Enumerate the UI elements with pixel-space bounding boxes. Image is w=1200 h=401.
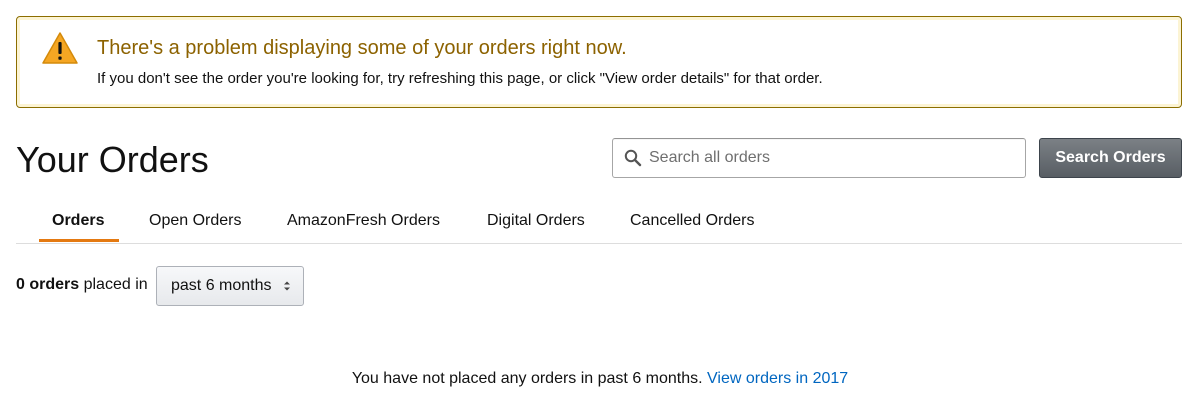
- problem-alert: There's a problem displaying some of you…: [16, 16, 1182, 108]
- tab-cancelled-orders[interactable]: Cancelled Orders: [630, 212, 755, 230]
- warning-icon: [42, 32, 78, 64]
- page-title: Your Orders: [16, 139, 209, 180]
- empty-state-message: You have not placed any orders in past 6…: [351, 370, 703, 387]
- order-count-value: 0 orders: [16, 276, 80, 293]
- alert-title: There's a problem displaying some of you…: [97, 37, 627, 59]
- search-icon: [624, 149, 642, 167]
- orders-page: There's a problem displaying some of you…: [0, 0, 1200, 401]
- updown-chevron-icon: [284, 281, 290, 291]
- alert-message: If you don't see the order you're lookin…: [97, 70, 823, 87]
- search-orders-button[interactable]: Search Orders: [1039, 138, 1182, 178]
- time-period-select[interactable]: past 6 months: [156, 266, 304, 306]
- tab-digital-orders[interactable]: Digital Orders: [487, 212, 585, 230]
- active-tab-indicator: [39, 239, 119, 242]
- search-input[interactable]: [649, 139, 1019, 177]
- order-count: 0 orders placed in: [16, 276, 148, 294]
- empty-state: You have not placed any orders in past 6…: [0, 370, 1200, 388]
- search-box[interactable]: [612, 138, 1026, 178]
- tab-orders[interactable]: Orders: [52, 212, 104, 230]
- time-period-value: past 6 months: [171, 277, 272, 294]
- tab-amazonfresh-orders[interactable]: AmazonFresh Orders: [287, 212, 440, 230]
- order-tabs: Orders Open Orders AmazonFresh Orders Di…: [16, 200, 1182, 244]
- view-orders-2017-link[interactable]: View orders in 2017: [707, 370, 848, 387]
- tab-open-orders[interactable]: Open Orders: [149, 212, 241, 230]
- order-count-suffix: placed in: [83, 276, 148, 293]
